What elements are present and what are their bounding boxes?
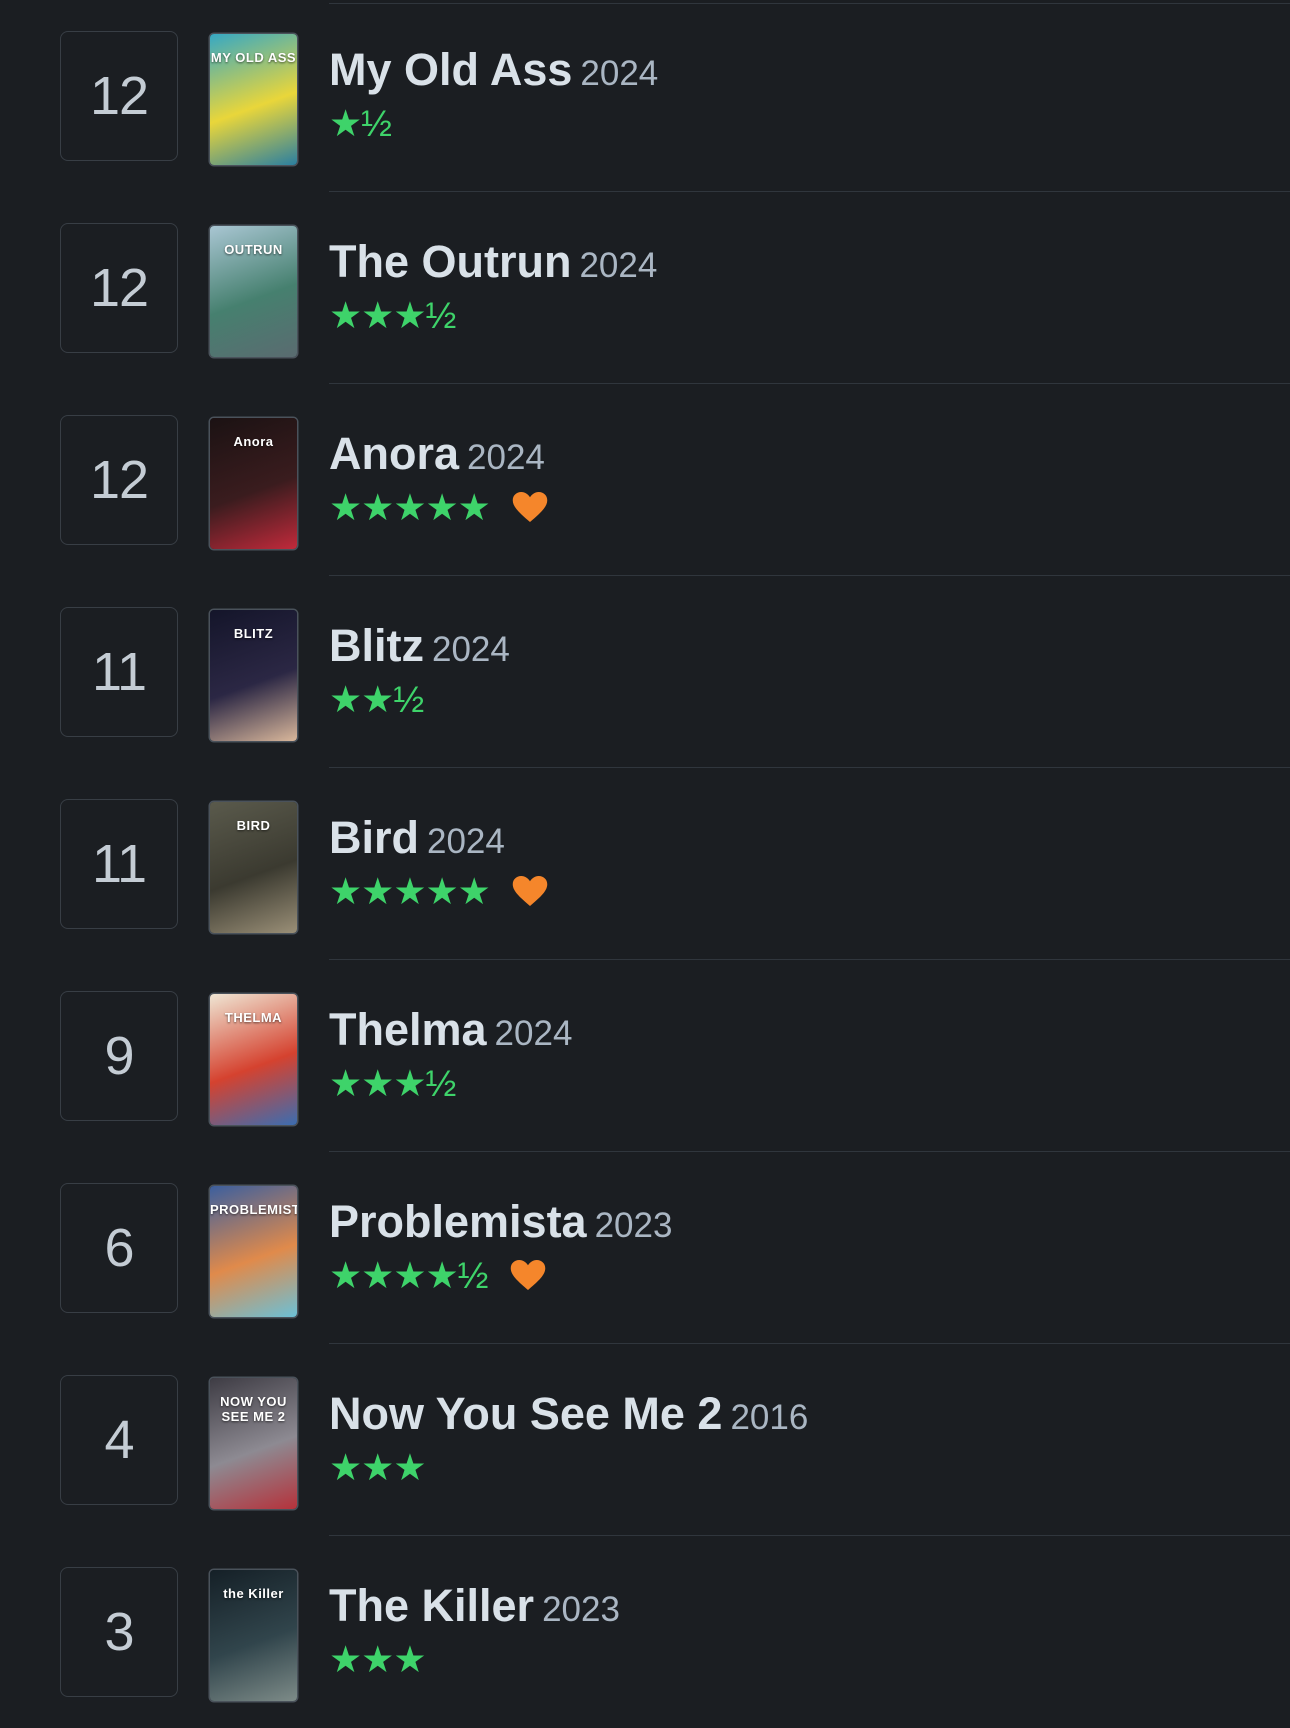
poster-title-art: Anora xyxy=(233,434,274,449)
film-title[interactable]: Bird xyxy=(329,812,419,863)
film-year[interactable]: 2023 xyxy=(542,1590,620,1629)
film-info: Thelma 2024 ★★★½ xyxy=(329,1004,572,1104)
poster-title-art: MY OLD ASS xyxy=(210,50,297,65)
poster-title-art: THELMA xyxy=(224,1010,283,1025)
film-year[interactable]: 2024 xyxy=(580,54,658,93)
film-poster[interactable]: NOW YOU SEE ME 2 xyxy=(210,1378,297,1509)
day-of-month[interactable]: 12 xyxy=(60,415,178,545)
film-title[interactable]: Problemista xyxy=(329,1196,587,1247)
star-rating: ★★★★★ xyxy=(329,486,491,528)
star-rating: ★½ xyxy=(329,102,392,144)
film-info: Problemista 2023 ★★★★½ xyxy=(329,1196,672,1296)
poster-title-art: OUTRUN xyxy=(224,242,283,257)
day-of-month[interactable]: 12 xyxy=(60,223,178,353)
rating-row: ★★★★½ xyxy=(329,1254,672,1296)
rating-row: ★★★★★ xyxy=(329,486,548,528)
film-info: My Old Ass 2024 ★½ xyxy=(329,44,658,144)
star-rating: ★★★ xyxy=(329,1446,427,1488)
film-year[interactable]: 2024 xyxy=(495,1014,573,1053)
diary-entry[interactable]: 11 BIRD Bird 2024 ★★★★★ xyxy=(0,768,1290,960)
diary-entry[interactable]: 4 NOW YOU SEE ME 2 Now You See Me 2 2016 … xyxy=(0,1344,1290,1536)
star-rating: ★★★½ xyxy=(329,294,456,336)
diary-entry[interactable]: 11 BLITZ Blitz 2024 ★★½ xyxy=(0,576,1290,768)
diary-entry[interactable]: 12 OUTRUN The Outrun 2024 ★★★½ xyxy=(0,192,1290,384)
film-title[interactable]: The Outrun xyxy=(329,236,571,287)
rating-row: ★★★ xyxy=(329,1638,620,1680)
diary-list: 12 MY OLD ASS My Old Ass 2024 ★½ 12 OUTRU… xyxy=(0,0,1290,1719)
heart-icon xyxy=(512,492,548,522)
day-of-month[interactable]: 9 xyxy=(60,991,178,1121)
film-poster[interactable]: MY OLD ASS xyxy=(210,34,297,165)
rating-row: ★★★★★ xyxy=(329,870,548,912)
diary-entry[interactable]: 12 MY OLD ASS My Old Ass 2024 ★½ xyxy=(0,0,1290,192)
day-of-month[interactable]: 4 xyxy=(60,1375,178,1505)
film-info: Blitz 2024 ★★½ xyxy=(329,620,510,720)
star-rating: ★★★★½ xyxy=(329,1254,489,1296)
rating-row: ★★½ xyxy=(329,678,510,720)
film-info: The Outrun 2024 ★★★½ xyxy=(329,236,657,336)
film-info: The Killer 2023 ★★★ xyxy=(329,1580,620,1680)
film-year[interactable]: 2024 xyxy=(427,822,505,861)
heart-icon xyxy=(512,876,548,906)
film-poster[interactable]: PROBLEMISTA xyxy=(210,1186,297,1317)
diary-entry[interactable]: 3 the Killer The Killer 2023 ★★★ xyxy=(0,1536,1290,1728)
diary-entry[interactable]: 9 THELMA Thelma 2024 ★★★½ xyxy=(0,960,1290,1152)
film-year[interactable]: 2016 xyxy=(730,1398,808,1437)
film-title[interactable]: The Killer xyxy=(329,1580,534,1631)
film-title[interactable]: My Old Ass xyxy=(329,44,572,95)
film-info: Anora 2024 ★★★★★ xyxy=(329,428,548,528)
diary-entry[interactable]: 12 Anora Anora 2024 ★★★★★ xyxy=(0,384,1290,576)
film-year[interactable]: 2024 xyxy=(432,630,510,669)
heart-icon xyxy=(510,1260,545,1290)
film-poster[interactable]: the Killer xyxy=(210,1570,297,1701)
film-poster[interactable]: BIRD xyxy=(210,802,297,933)
poster-title-art: BIRD xyxy=(236,818,271,833)
film-title[interactable]: Thelma xyxy=(329,1004,487,1055)
poster-title-art: NOW YOU SEE ME 2 xyxy=(220,1394,287,1424)
film-title[interactable]: Now You See Me 2 xyxy=(329,1388,722,1439)
star-rating: ★★★ xyxy=(329,1638,427,1680)
diary-entry[interactable]: 6 PROBLEMISTA Problemista2023 ★★★★½ xyxy=(0,1152,1290,1344)
rating-row: ★★★½ xyxy=(329,294,657,336)
rating-row: ★★★ xyxy=(329,1446,808,1488)
film-info: Now You See Me 2 2016 ★★★ xyxy=(329,1388,808,1488)
day-of-month[interactable]: 6 xyxy=(60,1183,178,1313)
star-rating: ★★★½ xyxy=(329,1062,456,1104)
film-poster[interactable]: THELMA xyxy=(210,994,297,1125)
poster-title-art: PROBLEMISTA xyxy=(210,1202,297,1217)
film-year[interactable]: 2023 xyxy=(595,1206,673,1245)
film-poster[interactable]: Anora xyxy=(210,418,297,549)
film-title[interactable]: Anora xyxy=(329,428,459,479)
rating-row: ★★★½ xyxy=(329,1062,572,1104)
day-of-month[interactable]: 12 xyxy=(60,31,178,161)
film-title[interactable]: Blitz xyxy=(329,620,424,671)
day-of-month[interactable]: 11 xyxy=(60,799,178,929)
film-poster[interactable]: BLITZ xyxy=(210,610,297,741)
film-poster[interactable]: OUTRUN xyxy=(210,226,297,357)
poster-title-art: BLITZ xyxy=(233,626,274,641)
film-info: Bird 2024 ★★★★★ xyxy=(329,812,548,912)
film-year[interactable]: 2024 xyxy=(579,246,657,285)
rating-row: ★½ xyxy=(329,102,658,144)
film-year[interactable]: 2024 xyxy=(467,438,545,477)
day-of-month[interactable]: 11 xyxy=(60,607,178,737)
day-of-month[interactable]: 3 xyxy=(60,1567,178,1697)
star-rating: ★★½ xyxy=(329,678,424,720)
poster-title-art: the Killer xyxy=(223,1586,284,1601)
star-rating: ★★★★★ xyxy=(329,870,491,912)
